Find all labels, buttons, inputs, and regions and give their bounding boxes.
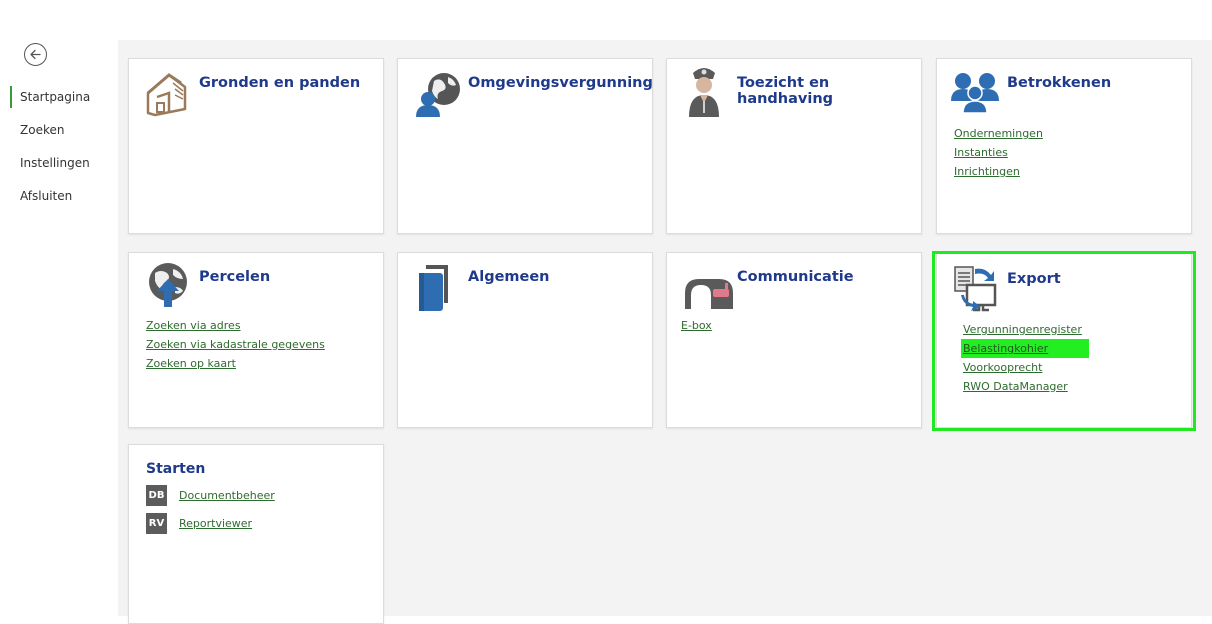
link-documentbeheer[interactable]: Documentbeheer [179, 486, 275, 505]
sidebar-nav: Startpagina Zoeken Instellingen Afsluite… [0, 86, 118, 218]
tile-title: Algemeen [468, 269, 550, 285]
sidebar-item-label: Instellingen [20, 156, 90, 170]
link-reportviewer[interactable]: Reportviewer [179, 514, 252, 533]
sidebar-item-label: Zoeken [20, 123, 65, 137]
tile-title: Toezicht en handhaving [737, 75, 834, 107]
link-zoeken-via-kadastrale-gegevens[interactable]: Zoeken via kadastrale gegevens [146, 335, 325, 354]
mailbox-icon [685, 279, 733, 309]
tile-omgevingsvergunning[interactable]: Omgevingsvergunning [397, 58, 653, 234]
db-badge-icon: DB [146, 484, 167, 506]
tile-title: Percelen [199, 269, 271, 285]
tile-title: Communicatie [737, 269, 854, 285]
globe-person-icon [416, 73, 460, 117]
export-highlight-frame [932, 251, 1196, 431]
tile-communicatie[interactable]: Communicatie E-box [666, 252, 922, 428]
back-button[interactable] [24, 43, 47, 66]
tile-percelen[interactable]: Percelen Zoeken via adres Zoeken via kad… [128, 252, 384, 428]
communicatie-links: E-box [681, 316, 712, 335]
sidebar-item-label: Startpagina [20, 90, 91, 104]
tile-title: Omgevingsvergunning [468, 75, 653, 91]
start-item-documentbeheer[interactable]: DB Documentbeheer [146, 483, 275, 507]
tile-starten: Starten DB Documentbeheer RV Reportviewe… [128, 444, 384, 624]
sidebar-item-instellingen[interactable]: Instellingen [0, 152, 118, 185]
tile-algemeen[interactable]: Algemeen [397, 252, 653, 428]
starten-items: DB Documentbeheer RV Reportviewer [146, 483, 275, 539]
rv-badge-icon: RV [146, 512, 167, 534]
tile-betrokkenen[interactable]: Betrokkenen Ondernemingen Instanties Inr… [936, 58, 1192, 234]
percelen-links: Zoeken via adres Zoeken via kadastrale g… [146, 316, 325, 373]
people-group-icon [951, 73, 999, 113]
tile-title: Gronden en panden [199, 75, 361, 91]
sidebar: Startpagina Zoeken Instellingen Afsluite… [0, 0, 118, 616]
tile-title: Betrokkenen [1007, 75, 1112, 91]
tile-toezicht-en-handhaving[interactable]: Toezicht en handhaving [666, 58, 922, 234]
link-zoeken-op-kaart[interactable]: Zoeken op kaart [146, 354, 325, 373]
house-icon [146, 73, 187, 117]
link-zoeken-via-adres[interactable]: Zoeken via adres [146, 316, 325, 335]
sidebar-item-label: Afsluiten [20, 189, 73, 203]
tile-title: Starten [146, 461, 206, 477]
betrokkenen-links: Ondernemingen Instanties Inrichtingen [954, 124, 1043, 181]
link-ondernemingen[interactable]: Ondernemingen [954, 124, 1043, 143]
police-officer-icon [689, 68, 719, 117]
link-e-box[interactable]: E-box [681, 316, 712, 335]
tile-gronden-en-panden[interactable]: Gronden en panden [128, 58, 384, 234]
arrow-left-icon [30, 49, 41, 60]
binder-icon [419, 265, 448, 311]
sidebar-item-zoeken[interactable]: Zoeken [0, 119, 118, 152]
sidebar-item-startpagina[interactable]: Startpagina [0, 86, 118, 119]
start-page-content: Gronden en panden Omgevingsvergunning To… [118, 40, 1212, 624]
link-instanties[interactable]: Instanties [954, 143, 1043, 162]
start-item-reportviewer[interactable]: RV Reportviewer [146, 511, 275, 535]
globe-arrow-icon [149, 263, 187, 307]
sidebar-item-afsluiten[interactable]: Afsluiten [0, 185, 118, 218]
link-inrichtingen[interactable]: Inrichtingen [954, 162, 1043, 181]
